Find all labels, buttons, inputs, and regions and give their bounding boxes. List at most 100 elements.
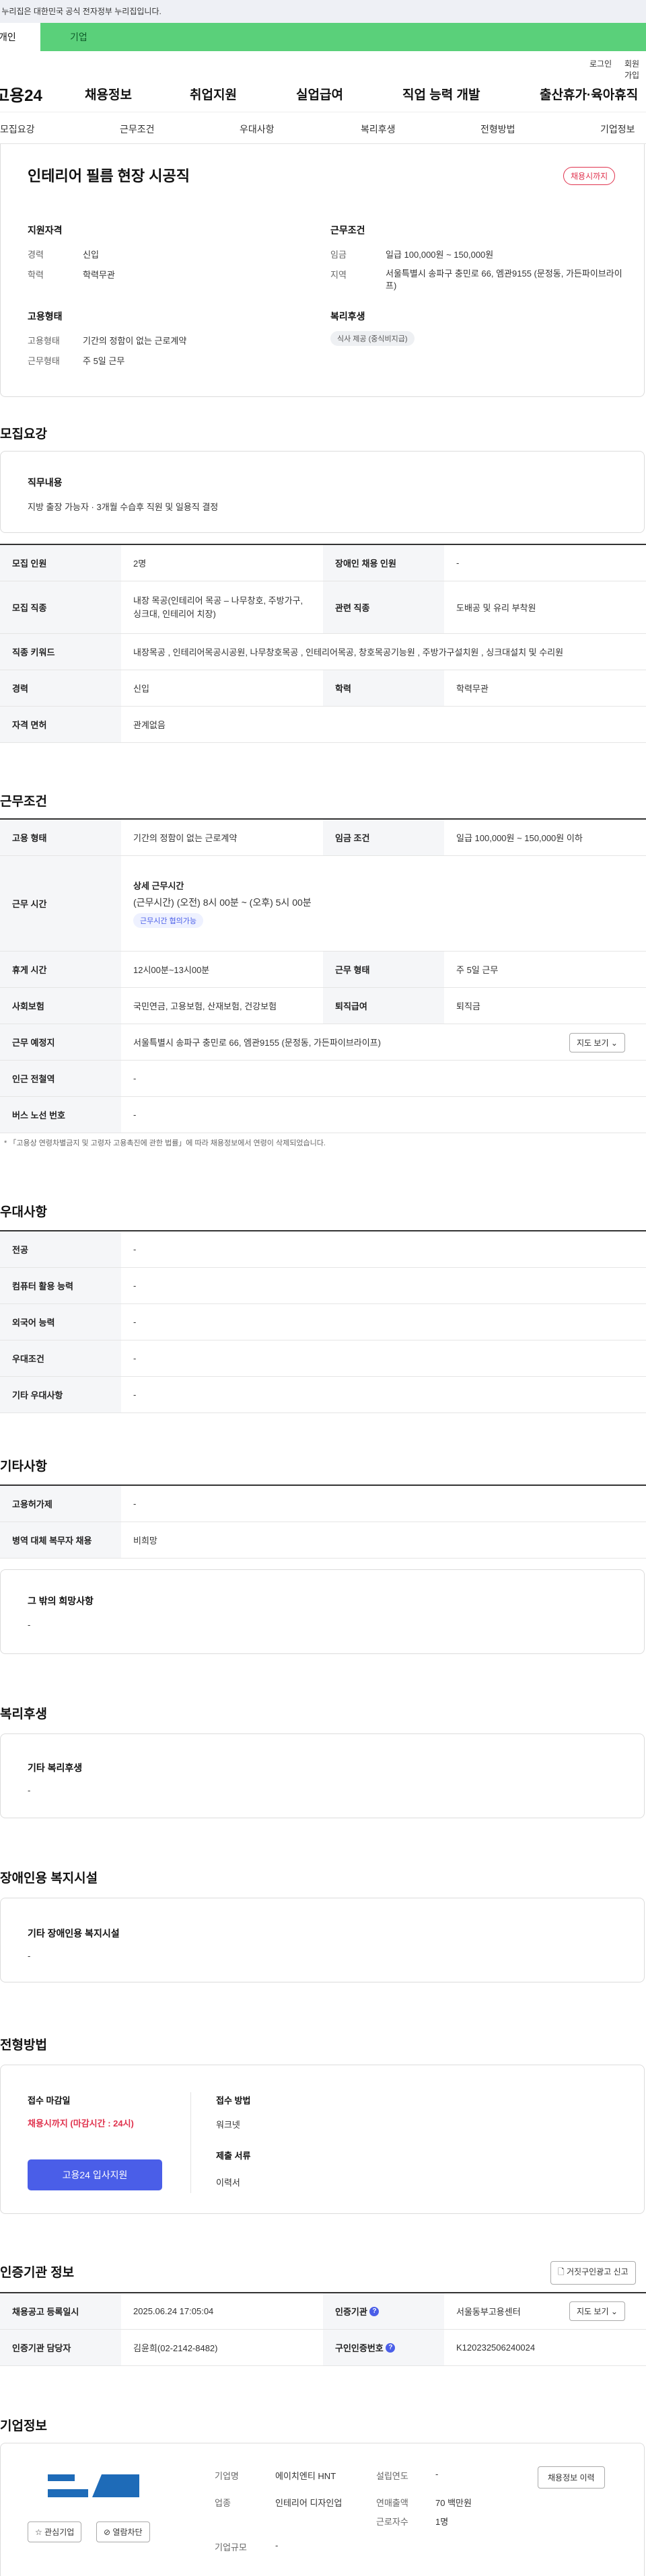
process-card: 접수 마감일 채용시까지 (마감시간 : 24시) 고용24 입사지원 접수 방… xyxy=(0,2065,645,2214)
row-header: 근무 형태 xyxy=(323,952,444,987)
area-value: 서울특별시 송파구 충민로 66, 엠관9155 (문정동, 가든파이브라이프) xyxy=(386,269,622,291)
row-value: 퇴직금 xyxy=(456,1001,480,1011)
row-header: 전공 xyxy=(0,1231,121,1267)
method-value: 워크넷 xyxy=(216,2120,240,2130)
subnav-company[interactable]: 기업정보 xyxy=(600,122,635,136)
workcond-heading: 근무조건 xyxy=(0,795,47,809)
apply-button-label: 고용24 입사지원 xyxy=(62,2170,128,2180)
emp-type-label: 고용형태 xyxy=(28,336,60,346)
est-label: 설립연도 xyxy=(376,2471,408,2481)
gnb-item-training[interactable]: 직업 능력 개발 xyxy=(402,85,480,103)
block-icon: ⊘ xyxy=(104,2528,111,2537)
gnb-item-benefit[interactable]: 실업급여 xyxy=(296,85,343,103)
block-button-label: 열람차단 xyxy=(112,2528,143,2537)
table-row: 전공 - xyxy=(0,1231,646,1268)
utility-bar: 로그인 회원가입 xyxy=(0,51,646,80)
emp-title: 고용형태 xyxy=(28,311,63,322)
table-row: 고용 형태 기간의 정함이 없는 근로계약 임금 조건 일급 100,000원 … xyxy=(0,820,646,856)
report-button-label: 거짓구인광고 신고 xyxy=(567,2267,629,2277)
subnav-workcond[interactable]: 근무조건 xyxy=(120,122,155,136)
pref-heading: 우대사항 xyxy=(0,1205,47,1219)
table-row: 경력 신입 학력 학력무관 xyxy=(0,670,646,707)
gnb-item-support[interactable]: 취업지원 xyxy=(190,85,237,103)
row-header: 근무 시간 xyxy=(0,856,121,951)
row-value: 일급 100,000원 ~ 150,000원 이하 xyxy=(456,833,583,843)
row-value: 서울특별시 송파구 충민로 66, 엠관9155 (문정동, 가든파이브라이프) xyxy=(133,1038,381,1048)
deadline-value: 채용시까지 (마감시간 : 24시) xyxy=(28,2118,134,2128)
tab-company[interactable]: 기업 xyxy=(40,23,108,51)
career-label: 경력 xyxy=(28,250,44,260)
gnb-item-jobs[interactable]: 채용정보 xyxy=(85,85,132,103)
row-value: 내장목공 , 인테리어목공시공원, 나무창호목공 , 인테리어목공, 창호목공기… xyxy=(133,647,564,657)
employees-value: 1명 xyxy=(435,2517,449,2527)
time-tag: 근무시간 협의가능 xyxy=(133,913,204,928)
table-row: 컴퓨터 활용 능력 - xyxy=(0,1268,646,1304)
block-button[interactable]: ⊘ 열람차단 xyxy=(96,2521,150,2542)
favorite-button-label: 관심기업 xyxy=(44,2528,75,2537)
help-icon[interactable]: ? xyxy=(369,2306,380,2316)
row-header: 사회보험 xyxy=(0,988,121,1024)
row-header: 퇴직급여 xyxy=(323,988,444,1024)
table-row: 자격 면허 관계없음 xyxy=(0,707,646,743)
row-value: - xyxy=(133,1317,137,1327)
row-value: 주 5일 근무 xyxy=(456,965,499,975)
logo[interactable]: 고용24 xyxy=(0,82,42,106)
benefit-title: 기타 복리후생 xyxy=(28,1762,83,1773)
help-icon[interactable]: ? xyxy=(386,2342,396,2353)
row-value: 도배공 및 유리 부착원 xyxy=(456,603,536,613)
favorite-button[interactable]: ☆ 관심기업 xyxy=(28,2521,82,2542)
duty-title: 직무내용 xyxy=(28,477,63,488)
row-header: 구인인증번호 ? xyxy=(323,2330,444,2365)
table-row: 인증기관 담당자 김윤희(02-2142-8482) 구인인증번호 ? K120… xyxy=(0,2330,646,2366)
row-header: 직종 키워드 xyxy=(0,634,121,670)
company-card: ☆ 관심기업 ⊘ 열람차단 기업명 에이치엔티 HNT 업종 인테리어 디자인업… xyxy=(0,2443,645,2576)
row-header: 고용허가제 xyxy=(0,1486,121,1522)
top-tabs: 개인 기업 xyxy=(0,23,646,51)
subnav-pref[interactable]: 우대사항 xyxy=(240,122,275,136)
subnav-recruit[interactable]: 모집요강 xyxy=(0,122,35,136)
global-nav: 고용24 채용정보 취업지원 실업급여 직업 능력 개발 출산휴가·육아휴직 xyxy=(0,73,646,112)
edu-label: 학력 xyxy=(28,270,44,280)
apply-button[interactable]: 고용24 입사지원 xyxy=(28,2159,162,2190)
agency-map-button[interactable]: 지도 보기 ⌄ xyxy=(569,2301,625,2321)
work-label: 근무형태 xyxy=(28,356,60,366)
gov-banner: 이 누리집은 대한민국 공식 전자정부 누리집입니다. xyxy=(0,0,646,23)
login-link[interactable]: 로그인 xyxy=(589,58,612,69)
disab-heading: 장애인용 복지시설 xyxy=(0,1871,98,1886)
qual-title: 지원자격 xyxy=(28,225,63,236)
tab-personal[interactable]: 개인 xyxy=(0,23,40,51)
row-header: 외국어 능력 xyxy=(0,1304,121,1340)
pref-table: 전공 - 컴퓨터 활용 능력 - 외국어 능력 - 우대조건 - 기타 우대사항 - xyxy=(0,1230,646,1413)
subnav-welfare[interactable]: 복리후생 xyxy=(361,122,396,136)
row-value: - xyxy=(133,1390,137,1400)
work-time-cell: 상세 근무시간 (근무시간) (오전) 8시 00분 ~ (오후) 5시 00분… xyxy=(121,856,646,951)
table-row: 근무 시간 상세 근무시간 (근무시간) (오전) 8시 00분 ~ (오후) … xyxy=(0,856,646,952)
row-value: - xyxy=(133,1110,137,1120)
report-button[interactable]: 🗋 거짓구인광고 신고 xyxy=(550,2261,636,2285)
row-header: 인증기관 담당자 xyxy=(0,2330,121,2365)
job-title: 인테리어 필름 현장 시공직 xyxy=(28,168,190,184)
gnb-item-leave[interactable]: 출산휴가·육아휴직 xyxy=(540,85,638,103)
other-title: 그 밖의 희망사항 xyxy=(28,1596,94,1606)
map-button[interactable]: 지도 보기 ⌄ xyxy=(569,1033,625,1052)
history-button[interactable]: 채용정보 이력 xyxy=(538,2466,605,2489)
map-button-label: 지도 보기 xyxy=(577,1038,609,1048)
wage-label: 임금 xyxy=(330,250,347,260)
welfare-title: 복리후생 xyxy=(330,311,365,322)
welfare-tag: 식사 제공 (중식비지급) xyxy=(330,331,415,346)
row-header: 우대조건 xyxy=(0,1340,121,1376)
table-row: 기타 우대사항 - xyxy=(0,1377,646,1413)
row-header: 모집 직종 xyxy=(0,581,121,633)
row-header: 인증기관 ? xyxy=(323,2293,444,2329)
row-value: - xyxy=(133,1244,137,1254)
duty-value: 지방 출장 가능자 · 3개월 수습후 직원 및 일용직 결정 xyxy=(28,502,219,512)
row-value: 기간의 정함이 없는 근로계약 xyxy=(133,833,238,843)
work-value: 주 5일 근무 xyxy=(83,356,125,366)
wage-value: 일급 100,000원 ~ 150,000원 xyxy=(386,250,494,260)
row-value: - xyxy=(133,1499,137,1509)
row-value: K120232506240024 xyxy=(456,2342,536,2353)
benefit-card: 기타 복리후생 - xyxy=(0,1733,645,1818)
subnav-process[interactable]: 전형방법 xyxy=(480,122,515,136)
job-summary-card: 인테리어 필름 현장 시공직 채용시까지 지원자격 경력 신입 학력 학력무관 … xyxy=(0,144,645,397)
row-header: 임금 조건 xyxy=(323,820,444,855)
